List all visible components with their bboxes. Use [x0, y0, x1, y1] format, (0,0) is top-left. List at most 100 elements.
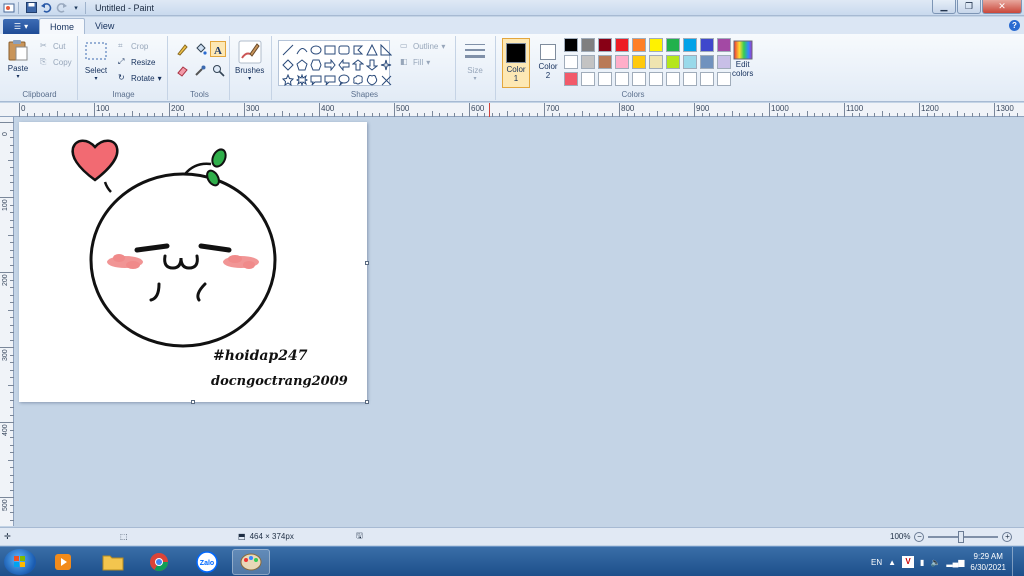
paste-button[interactable]: Paste ▾ — [6, 38, 30, 80]
minimize-button[interactable]: ▁ — [932, 0, 956, 14]
palette-color-swatch[interactable] — [632, 72, 646, 86]
battery-icon[interactable]: ▮ — [920, 558, 924, 567]
redo-icon[interactable] — [55, 2, 67, 14]
file-menu-button[interactable]: ☰ ▾ — [3, 19, 39, 34]
zoom-slider[interactable] — [928, 530, 999, 543]
close-button[interactable]: ✕ — [982, 0, 1022, 14]
shape-option[interactable] — [365, 43, 378, 56]
shape-option[interactable] — [365, 73, 378, 86]
show-desktop-button[interactable] — [1012, 547, 1020, 576]
palette-color-swatch[interactable] — [683, 55, 697, 69]
palette-color-swatch[interactable] — [649, 55, 663, 69]
palette-color-swatch[interactable] — [564, 38, 578, 52]
zoom-in-button[interactable]: + — [1002, 531, 1013, 542]
palette-color-swatch[interactable] — [683, 38, 697, 52]
palette-color-swatch[interactable] — [615, 55, 629, 69]
shape-option[interactable] — [379, 58, 392, 71]
shape-option[interactable] — [351, 73, 364, 86]
taskbar-media-player[interactable] — [44, 549, 82, 575]
palette-color-swatch[interactable] — [717, 38, 731, 52]
palette-color-swatch[interactable] — [700, 38, 714, 52]
palette-color-swatch[interactable] — [581, 72, 595, 86]
network-signal-icon[interactable]: ▂▄▆ — [946, 558, 964, 567]
palette-color-swatch[interactable] — [564, 55, 578, 69]
palette-color-swatch[interactable] — [649, 38, 663, 52]
shape-option[interactable] — [295, 43, 308, 56]
palette-color-swatch[interactable] — [598, 38, 612, 52]
shape-option[interactable] — [337, 43, 350, 56]
shape-option[interactable] — [337, 58, 350, 71]
cut-button[interactable]: ✂ Cut — [40, 41, 65, 51]
show-hidden-icons[interactable]: ▲ — [888, 558, 896, 567]
shape-option[interactable] — [281, 73, 294, 86]
taskbar-chrome[interactable] — [140, 549, 178, 575]
shape-option[interactable] — [281, 58, 294, 71]
shape-option[interactable] — [323, 58, 336, 71]
palette-color-swatch[interactable] — [581, 38, 595, 52]
crop-button[interactable]: ⌗ Crop — [118, 41, 148, 51]
color2-button[interactable]: Color 2 — [534, 38, 562, 88]
shape-option[interactable] — [379, 43, 392, 56]
palette-color-swatch[interactable] — [717, 55, 731, 69]
edit-colors-button[interactable]: Edit colors — [732, 40, 753, 78]
drawing-canvas[interactable]: #hoidap247 docngoctrang2009 — [19, 122, 369, 404]
tab-view[interactable]: View — [85, 18, 124, 34]
shape-option[interactable] — [309, 73, 322, 86]
pencil-tool[interactable] — [174, 41, 190, 57]
zoom-slider-thumb[interactable] — [958, 530, 965, 543]
select-button[interactable]: Select ▾ — [84, 40, 108, 82]
shape-option[interactable] — [295, 58, 308, 71]
shape-option[interactable] — [309, 58, 322, 71]
shape-option[interactable] — [281, 43, 294, 56]
outline-button[interactable]: ▭ Outline ▾ — [400, 41, 445, 51]
text-tool[interactable]: A — [210, 41, 226, 57]
palette-color-swatch[interactable] — [666, 72, 680, 86]
shape-option[interactable] — [365, 58, 378, 71]
palette-color-swatch[interactable] — [700, 72, 714, 86]
palette-color-swatch[interactable] — [683, 72, 697, 86]
customize-qat-icon[interactable]: ▾ — [70, 2, 82, 14]
language-indicator[interactable]: EN — [871, 558, 882, 567]
color1-button[interactable]: Color 1 — [502, 38, 530, 88]
shape-option[interactable] — [323, 43, 336, 56]
fill-tool[interactable] — [192, 41, 208, 57]
palette-color-swatch[interactable] — [598, 72, 612, 86]
taskbar-zalo[interactable]: Zalo — [188, 549, 226, 575]
shape-option[interactable] — [323, 73, 336, 86]
magnifier-tool[interactable] — [210, 62, 226, 78]
palette-color-swatch[interactable] — [666, 55, 680, 69]
eraser-tool[interactable] — [174, 62, 190, 78]
shape-option[interactable] — [379, 73, 392, 86]
palette-color-swatch[interactable] — [564, 72, 578, 86]
resize-handle-bottom[interactable] — [191, 400, 195, 404]
undo-icon[interactable] — [40, 2, 52, 14]
palette-color-swatch[interactable] — [615, 38, 629, 52]
resize-button[interactable]: ⤢ Resize — [118, 57, 155, 67]
volume-icon[interactable]: 🔈 — [930, 558, 940, 567]
shape-option[interactable] — [295, 73, 308, 86]
zoom-out-button[interactable]: − — [914, 531, 925, 542]
antivirus-icon[interactable]: V — [902, 556, 915, 568]
tab-home[interactable]: Home — [39, 18, 86, 34]
palette-color-swatch[interactable] — [598, 55, 612, 69]
save-icon[interactable] — [25, 2, 37, 14]
palette-color-swatch[interactable] — [717, 72, 731, 86]
rotate-button[interactable]: ↻ Rotate ▾ — [118, 73, 162, 83]
palette-color-swatch[interactable] — [581, 55, 595, 69]
shape-option[interactable] — [351, 43, 364, 56]
shape-option[interactable] — [351, 58, 364, 71]
color-picker-tool[interactable] — [192, 62, 208, 78]
maximize-button[interactable]: ❐ — [957, 0, 981, 14]
help-icon[interactable]: ? — [1009, 20, 1020, 31]
resize-handle-right[interactable] — [365, 261, 369, 265]
resize-handle-corner[interactable] — [365, 400, 369, 404]
palette-color-swatch[interactable] — [666, 38, 680, 52]
copy-button[interactable]: ⎘ Copy — [40, 57, 72, 67]
shape-option[interactable] — [309, 43, 322, 56]
fill-button[interactable]: ◧ Fill ▾ — [400, 57, 430, 67]
taskbar-paint[interactable] — [232, 549, 270, 575]
taskbar-explorer[interactable] — [94, 549, 132, 575]
clock[interactable]: 9:29 AM 6/30/2021 — [970, 551, 1006, 573]
palette-color-swatch[interactable] — [700, 55, 714, 69]
size-button[interactable]: Size ▾ — [463, 40, 487, 82]
